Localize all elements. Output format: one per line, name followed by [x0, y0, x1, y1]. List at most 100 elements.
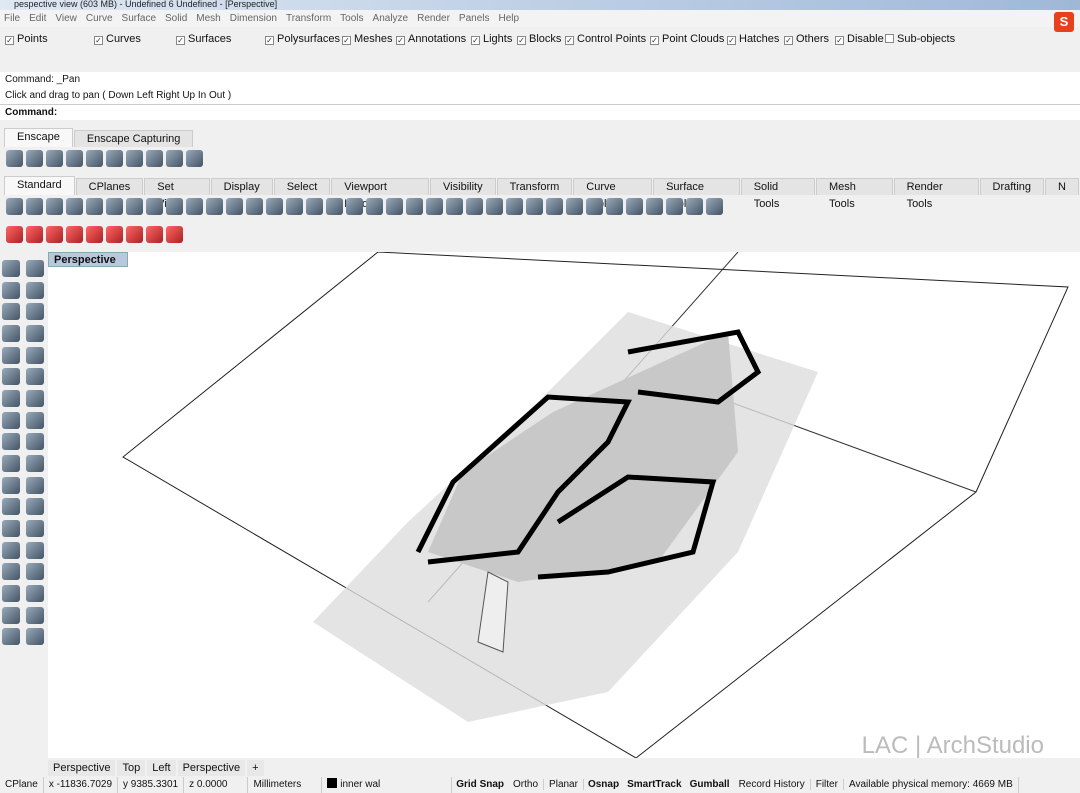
viewport-tab[interactable]: Left [147, 760, 176, 776]
render-tool-icon[interactable] [26, 225, 43, 243]
tab-enscape-capturing[interactable]: Enscape Capturing [73, 130, 194, 147]
layer-indicator[interactable]: inner wal [322, 777, 453, 793]
tool-icon[interactable] [266, 197, 283, 215]
tool-icon[interactable] [46, 149, 63, 167]
tool-icon[interactable] [166, 149, 183, 167]
tool-icon[interactable] [426, 197, 443, 215]
menu-mesh[interactable]: Mesh [196, 10, 220, 27]
tool-icon[interactable] [26, 476, 44, 494]
render-tool-icon[interactable] [166, 225, 183, 243]
menu-view[interactable]: View [55, 10, 77, 27]
tab-curve-tools[interactable]: Curve Tools [573, 178, 653, 210]
tool-icon[interactable] [26, 368, 44, 386]
units[interactable]: Millimeters [248, 777, 323, 793]
menu-edit[interactable]: Edit [29, 10, 46, 27]
toggle-record-history[interactable]: Record History [733, 779, 811, 790]
filter-points[interactable]: ✓ Points [5, 30, 48, 48]
tool-icon[interactable] [2, 260, 20, 277]
toggle-gumball[interactable]: Gumball [686, 779, 734, 790]
viewport-tab[interactable]: Perspective [48, 760, 116, 776]
filter-blocks[interactable]: ✓ Blocks [517, 30, 561, 48]
tool-icon[interactable] [26, 563, 44, 581]
render-tool-icon[interactable] [46, 225, 63, 243]
checkbox[interactable]: ✓ [650, 36, 659, 45]
tool-icon[interactable] [2, 411, 20, 429]
tab-set-view[interactable]: Set View [144, 178, 210, 210]
tool-icon[interactable] [146, 197, 163, 215]
render-tool-icon[interactable] [66, 225, 83, 243]
tool-icon[interactable] [466, 197, 483, 215]
checkbox[interactable]: ✓ [565, 36, 574, 45]
tool-icon[interactable] [26, 628, 44, 646]
tool-icon[interactable] [2, 498, 20, 516]
tool-icon[interactable] [26, 541, 44, 559]
tab-standard[interactable]: Standard [4, 176, 75, 195]
tool-icon[interactable] [2, 389, 20, 407]
filter-sub-objects[interactable]: Sub-objects [885, 30, 955, 48]
tool-icon[interactable] [86, 149, 103, 167]
filter-hatches[interactable]: ✓ Hatches [727, 30, 779, 48]
tool-icon[interactable] [2, 476, 20, 494]
tool-icon[interactable] [126, 149, 143, 167]
tab-enscape[interactable]: Enscape [4, 128, 73, 147]
tool-icon[interactable] [26, 519, 44, 537]
menu-tools[interactable]: Tools [340, 10, 363, 27]
tool-icon[interactable] [666, 197, 683, 215]
tab-solid-tools[interactable]: Solid Tools [740, 178, 816, 210]
menu-solid[interactable]: Solid [165, 10, 187, 27]
tool-icon[interactable] [346, 197, 363, 215]
checkbox[interactable]: ✓ [265, 36, 274, 45]
tool-icon[interactable] [26, 346, 44, 364]
menu-file[interactable]: File [4, 10, 20, 27]
tab-visibility[interactable]: Visibility [430, 178, 496, 195]
tool-icon[interactable] [26, 281, 44, 299]
filter-point-clouds[interactable]: ✓ Point Clouds [650, 30, 724, 48]
checkbox[interactable]: ✓ [784, 36, 793, 45]
checkbox[interactable] [885, 34, 894, 43]
tool-icon[interactable] [26, 149, 43, 167]
tool-icon[interactable] [106, 149, 123, 167]
tool-icon[interactable] [2, 324, 20, 342]
tool-icon[interactable] [2, 584, 20, 602]
menu-curve[interactable]: Curve [86, 10, 113, 27]
sogou-logo-icon[interactable]: S [1054, 12, 1074, 32]
tool-icon[interactable] [26, 389, 44, 407]
tool-icon[interactable] [2, 563, 20, 581]
menu-dimension[interactable]: Dimension [230, 10, 277, 27]
viewport-title-tab[interactable]: Perspective [48, 252, 128, 267]
tool-icon[interactable] [286, 197, 303, 215]
tool-icon[interactable] [606, 197, 623, 215]
tool-icon[interactable] [206, 197, 223, 215]
command-input[interactable]: Command: [0, 104, 1080, 120]
checkbox[interactable]: ✓ [5, 36, 14, 45]
tool-icon[interactable] [26, 433, 44, 451]
tab-cplanes[interactable]: CPlanes [75, 178, 144, 195]
filter-surfaces[interactable]: ✓ Surfaces [176, 30, 231, 48]
tab-transform[interactable]: Transform [496, 178, 573, 195]
tool-icon[interactable] [186, 197, 203, 215]
tool-icon[interactable] [26, 584, 44, 602]
tool-icon[interactable] [2, 281, 20, 299]
menu-help[interactable]: Help [499, 10, 520, 27]
tool-icon[interactable] [26, 303, 44, 321]
menu-render[interactable]: Render [417, 10, 450, 27]
toggle-ortho[interactable]: Ortho [508, 779, 545, 790]
tool-icon[interactable] [6, 149, 23, 167]
menu-panels[interactable]: Panels [459, 10, 490, 27]
filter-curves[interactable]: ✓ Curves [94, 30, 141, 48]
tab-mesh-tools[interactable]: Mesh Tools [816, 178, 893, 210]
filter-polysurfaces[interactable]: ✓ Polysurfaces [265, 30, 340, 48]
tool-icon[interactable] [26, 498, 44, 516]
filter-disable[interactable]: ✓ Disable [835, 30, 884, 48]
menu-surface[interactable]: Surface [122, 10, 156, 27]
tool-icon[interactable] [86, 197, 103, 215]
checkbox[interactable]: ✓ [176, 36, 185, 45]
tab-display[interactable]: Display [210, 178, 273, 195]
tool-icon[interactable] [706, 197, 723, 215]
render-tool-icon[interactable] [86, 225, 103, 243]
tool-icon[interactable] [246, 197, 263, 215]
checkbox[interactable]: ✓ [471, 36, 480, 45]
tool-icon[interactable] [626, 197, 643, 215]
tool-icon[interactable] [66, 149, 83, 167]
tool-icon[interactable] [226, 197, 243, 215]
